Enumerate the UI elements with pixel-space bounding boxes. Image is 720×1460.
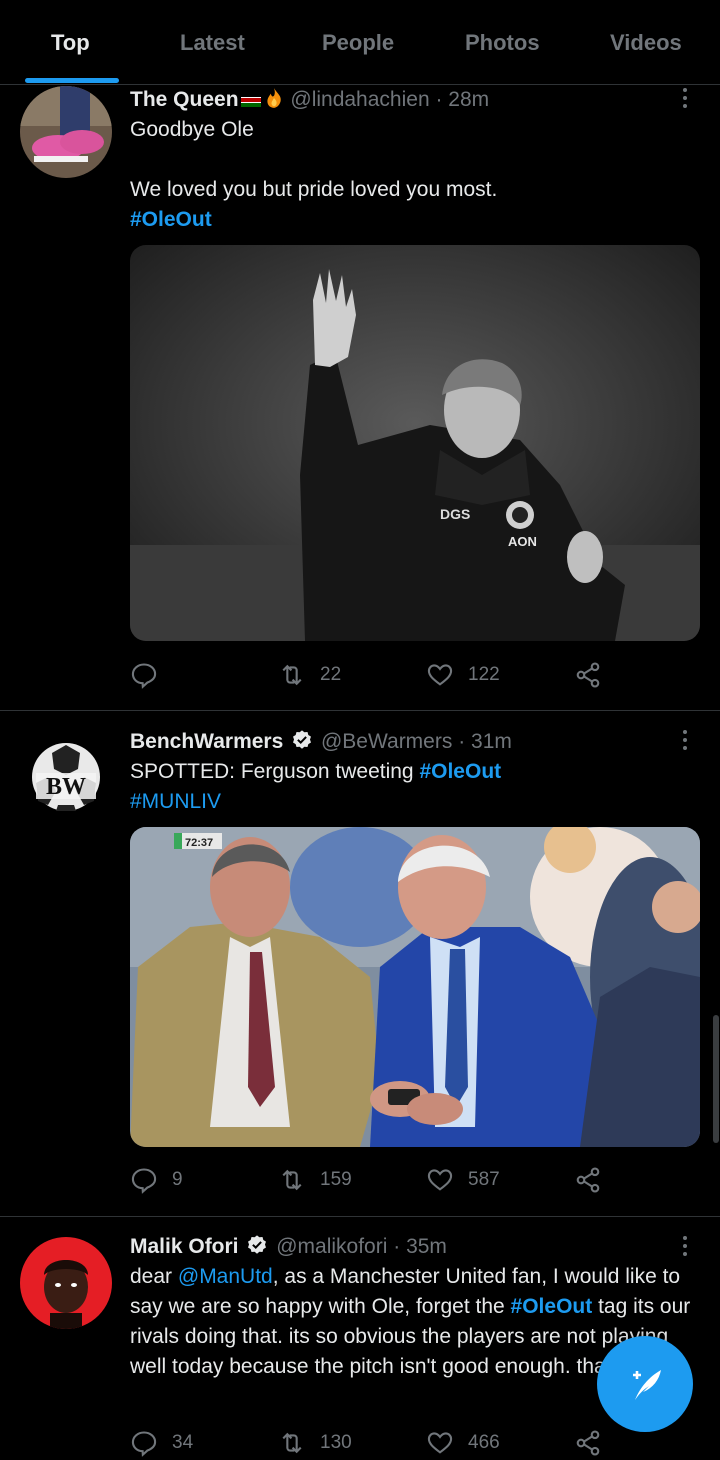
like-count: 587 [468,1169,500,1190]
like-button[interactable]: 587 [426,1163,500,1197]
share-button[interactable] [574,658,616,692]
tab-videos[interactable]: Videos [610,30,682,56]
hashtag-link[interactable]: #OleOut [130,205,705,235]
fire-icon [266,88,281,108]
compose-tweet-icon [633,1370,661,1400]
jacket-sponsor: AON [508,534,537,549]
verified-badge-icon [293,730,312,749]
retweet-count: 159 [320,1169,352,1190]
heart-icon [427,1432,453,1454]
retweet-button[interactable]: 130 [278,1426,352,1460]
share-icon [576,1430,600,1456]
retweet-button[interactable]: 159 [278,1163,352,1197]
tweet[interactable]: BW BenchWarmers @BeWarmers · 31m SPOTTED… [0,711,720,1216]
tab-top[interactable]: Top [51,30,90,56]
avatar[interactable] [20,86,112,178]
share-button[interactable] [574,1163,616,1197]
reply-button[interactable]: 34 [130,1426,193,1460]
tab-latest[interactable]: Latest [180,30,245,56]
like-count: 466 [468,1432,500,1453]
reply-count: 9 [172,1169,183,1190]
mention-link[interactable]: @ManUtd [178,1265,273,1288]
like-button[interactable]: 466 [426,1426,500,1460]
hashtag-link[interactable]: #MUNLIV [130,787,705,817]
scrollbar[interactable] [713,1015,719,1143]
author-name[interactable]: BenchWarmers [130,730,283,753]
tweet-photo[interactable]: 72:37 [130,827,700,1147]
author-name[interactable]: The Queen [130,88,239,111]
tweet-time: · 28m [435,88,490,111]
reply-icon [131,1168,157,1194]
share-icon [576,1167,600,1193]
tweet-time: · 35m [393,1235,447,1258]
reply-icon [131,1431,157,1457]
tweet[interactable]: The Queen @lindahachien · 28m Goodbye Ol… [0,0,720,710]
like-count: 122 [468,664,500,685]
retweet-count: 22 [320,664,342,685]
compose-tweet-button[interactable] [597,1336,693,1432]
author-handle[interactable]: @lindahachien [290,88,429,111]
kenya-flag-icon [240,93,261,107]
tab-people[interactable]: People [322,30,394,56]
heart-icon [427,664,453,686]
tweet-text: SPOTTED: Ferguson tweeting #OleOut #MUNL… [130,757,705,817]
tweet-line: SPOTTED: Ferguson tweeting [130,760,420,783]
reply-button[interactable]: 9 [130,1163,183,1197]
verified-badge-icon [248,1235,267,1254]
reply-count: 34 [172,1432,194,1453]
tweet[interactable]: Malik Ofori @malikofori · 35m dear @ManU… [0,1217,720,1457]
more-options-icon[interactable] [676,726,694,756]
tweet-line: We loved you but pride loved you most. [130,178,498,201]
share-icon [576,662,600,688]
retweet-icon [282,1432,302,1454]
tweet-line: Goodbye Ole [130,118,254,141]
more-options-icon[interactable] [676,1232,694,1262]
retweet-icon [282,1169,302,1191]
tweet-text: Goodbye Ole We loved you but pride loved… [130,115,705,235]
avatar[interactable] [20,1237,112,1329]
more-options-icon[interactable] [676,84,694,114]
hashtag-link[interactable]: #OleOut [511,1295,593,1318]
reply-button[interactable] [130,658,172,692]
avatar[interactable]: BW [20,731,112,823]
share-button[interactable] [574,1426,616,1460]
author-handle[interactable]: @BeWarmers [321,730,452,753]
avatar-logo-text: BW [46,774,86,800]
heart-icon [427,1169,453,1191]
author-handle[interactable]: @malikofori [276,1235,387,1258]
search-tabs: Top Latest People Photos Videos [0,0,720,85]
author-name[interactable]: Malik Ofori [130,1235,239,1258]
tab-photos[interactable]: Photos [465,30,540,56]
tweet-time: · 31m [458,730,512,753]
jacket-text: DGS [440,506,470,522]
like-button[interactable]: 122 [426,658,500,692]
active-tab-indicator [25,78,119,83]
match-clock: 72:37 [185,837,213,849]
tweet-photo[interactable]: DGS AON [130,245,700,641]
hashtag-link[interactable]: #OleOut [419,760,501,783]
retweet-icon [282,664,302,686]
reply-icon [131,663,157,689]
retweet-button[interactable]: 22 [278,658,341,692]
retweet-count: 130 [320,1432,352,1453]
tweet-text-part: dear [130,1265,178,1288]
